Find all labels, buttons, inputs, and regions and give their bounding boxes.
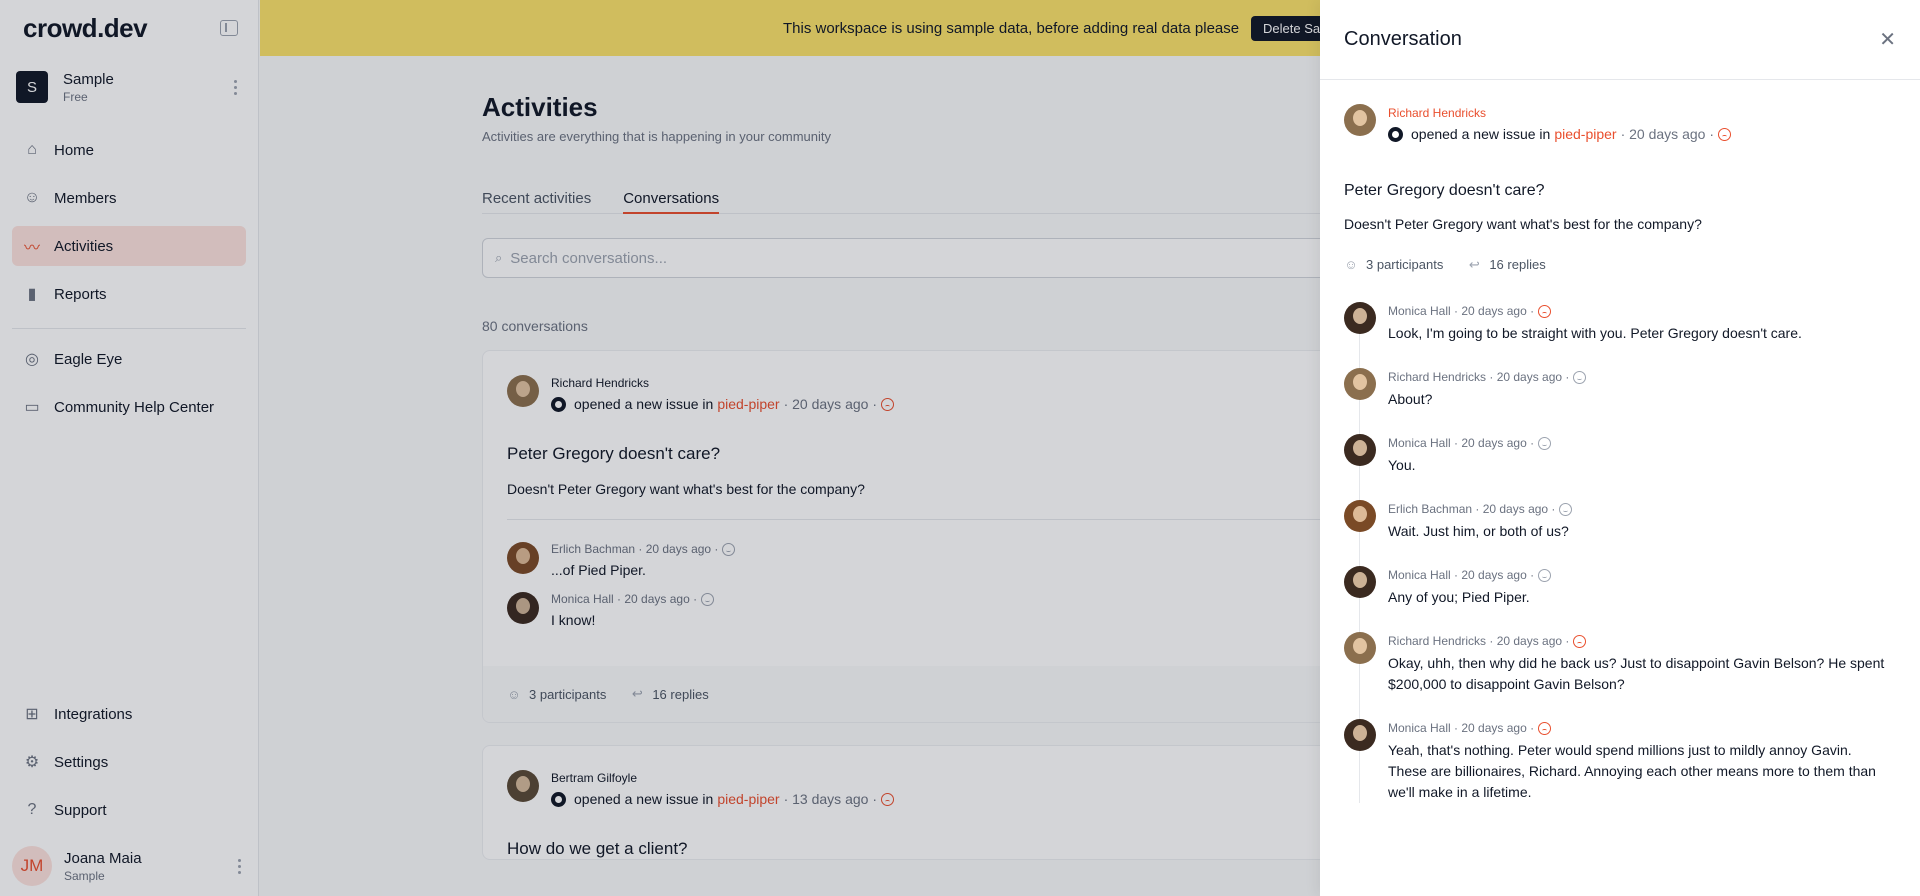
reply-text: Okay, uhh, then why did he back us? Just…	[1388, 655, 1885, 692]
github-icon	[1388, 126, 1403, 142]
reply-meta: Richard Hendricks · 20 days ago ·	[1388, 370, 1570, 384]
avatar[interactable]	[1344, 302, 1376, 334]
reply-text: You.	[1388, 457, 1416, 473]
neutral-sentiment-icon	[1538, 568, 1552, 582]
author-name[interactable]: Richard Hendricks	[1388, 106, 1731, 120]
neutral-sentiment-icon	[1538, 436, 1552, 450]
reply-meta: Monica Hall · 20 days ago ·	[1388, 568, 1535, 582]
repo-link[interactable]: pied-piper	[1554, 126, 1616, 142]
thread-item: Richard Hendricks · 20 days ago · Okay, …	[1344, 632, 1896, 695]
avatar[interactable]	[1344, 566, 1376, 598]
negative-sentiment-icon	[1573, 634, 1587, 648]
thread-item: Monica Hall · 20 days ago · Look, I'm go…	[1344, 302, 1896, 344]
avatar[interactable]	[1344, 500, 1376, 532]
thread-item: Monica Hall · 20 days ago · Any of you; …	[1344, 566, 1896, 608]
negative-sentiment-icon	[1538, 304, 1552, 318]
avatar[interactable]	[1344, 719, 1376, 751]
reply-icon: ↩	[1468, 256, 1480, 272]
activity-action: opened a new issue in	[1411, 126, 1551, 142]
users-icon: ☺	[1344, 257, 1358, 272]
reply-text: Wait. Just him, or both of us?	[1388, 523, 1569, 539]
reply-meta: Monica Hall · 20 days ago ·	[1388, 721, 1535, 735]
neutral-sentiment-icon	[1559, 502, 1573, 516]
avatar[interactable]	[1344, 632, 1376, 664]
negative-sentiment-icon	[1538, 721, 1552, 735]
reply-meta: Monica Hall · 20 days ago ·	[1388, 304, 1535, 318]
thread-item: Erlich Bachman · 20 days ago · Wait. Jus…	[1344, 500, 1896, 542]
reply-meta: Erlich Bachman · 20 days ago ·	[1388, 502, 1556, 516]
reply-meta: Richard Hendricks · 20 days ago ·	[1388, 634, 1570, 648]
drawer-header: Conversation ✕	[1320, 0, 1920, 80]
drawer-title: Conversation	[1344, 28, 1462, 50]
activity-line: opened a new issue in pied-piper · 20 da…	[1388, 126, 1731, 142]
reply-text: About?	[1388, 391, 1433, 407]
participants-count: 3 participants	[1366, 257, 1444, 272]
thread: Monica Hall · 20 days ago · Look, I'm go…	[1344, 302, 1896, 803]
avatar[interactable]	[1344, 434, 1376, 466]
conversation-stats: ☺ 3 participants ↩ 16 replies	[1344, 256, 1896, 273]
conversation-drawer: Conversation ✕ Richard Hendricks opened …	[1320, 0, 1920, 896]
reply-text: Any of you; Pied Piper.	[1388, 589, 1530, 605]
avatar[interactable]	[1344, 368, 1376, 400]
neutral-sentiment-icon	[1573, 370, 1587, 384]
close-icon[interactable]: ✕	[1879, 27, 1896, 52]
activity-time: · 20 days ago ·	[1620, 126, 1714, 142]
conversation-text: Doesn't Peter Gregory want what's best f…	[1344, 216, 1702, 232]
thread-item: Richard Hendricks · 20 days ago · About?	[1344, 368, 1896, 410]
avatar[interactable]	[1344, 104, 1376, 136]
reply-text: Yeah, that's nothing. Peter would spend …	[1388, 742, 1876, 800]
reply-text: Look, I'm going to be straight with you.…	[1388, 325, 1802, 341]
replies-count: 16 replies	[1489, 257, 1546, 272]
reply-meta: Monica Hall · 20 days ago ·	[1388, 436, 1535, 450]
thread-item: Monica Hall · 20 days ago · Yeah, that's…	[1344, 719, 1896, 803]
thread-item: Monica Hall · 20 days ago · You.	[1344, 434, 1896, 476]
negative-sentiment-icon	[1717, 127, 1731, 141]
conversation-title: Peter Gregory doesn't care?	[1344, 182, 1545, 199]
